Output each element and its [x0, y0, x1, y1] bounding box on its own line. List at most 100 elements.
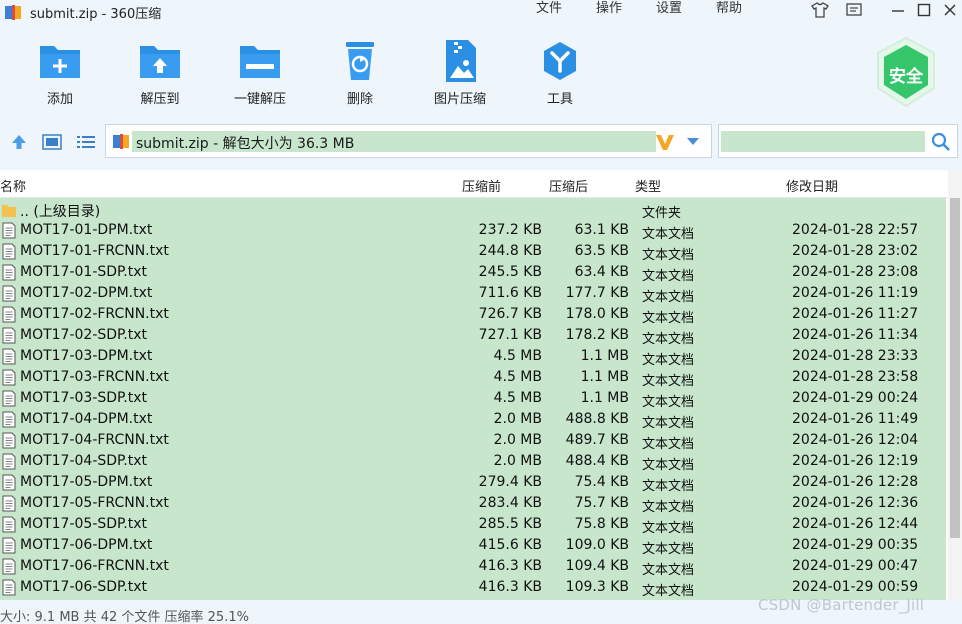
- tools-button[interactable]: 工具: [520, 38, 600, 108]
- table-row[interactable]: MOT17-01-DPM.txt 237.2 KB 63.1 KB 文本文档 2024-…: [0, 220, 946, 242]
- file-name: MOT17-01-DPM.txt: [20, 222, 153, 238]
- table-row[interactable]: MOT17-02-FRCNN.txt 726.7 KB 178.0 KB 文本文档 20…: [0, 304, 946, 326]
- up-arrow-icon[interactable]: [10, 133, 28, 151]
- vertical-scrollbar[interactable]: [948, 170, 962, 600]
- image-compress-button[interactable]: 图片压缩: [420, 38, 500, 108]
- tools-icon: [544, 42, 576, 80]
- chevron-down-icon[interactable]: [686, 137, 700, 147]
- table-row[interactable]: MOT17-05-DPM.txt 279.4 KB 75.4 KB 文本文档 2024-…: [0, 472, 946, 494]
- table-row[interactable]: MOT17-05-SDP.txt 285.5 KB 75.8 KB 文本文档 2024-…: [0, 514, 946, 536]
- file-date: 2024-01-29 00:47: [792, 558, 919, 574]
- table-row[interactable]: MOT17-02-SDP.txt 727.1 KB 178.2 KB 文本文档 2024…: [0, 325, 946, 347]
- file-name: MOT17-05-SDP.txt: [20, 516, 148, 532]
- table-row[interactable]: MOT17-06-DPM.txt 415.6 KB 109.0 KB 文本文档 2024…: [0, 535, 946, 557]
- file-size: 279.4 KB: [478, 474, 542, 490]
- file-date: 2024-01-28 23:58: [792, 369, 919, 385]
- file-type: 文本文档: [642, 563, 695, 578]
- parent-directory-row[interactable]: .. (上级目录) 文件夹: [0, 199, 946, 221]
- file-compressed-size: 178.2 KB: [565, 327, 629, 343]
- file-date: 2024-01-28 23:02: [792, 243, 919, 259]
- feedback-button[interactable]: [842, 0, 866, 20]
- menu-help[interactable]: 帮助: [716, 0, 742, 18]
- menu-action[interactable]: 操作: [596, 0, 622, 18]
- file-date: 2024-01-26 12:04: [792, 432, 919, 448]
- extract-to-button[interactable]: 解压到: [120, 38, 200, 108]
- archive-app-icon: [5, 5, 21, 20]
- search-input[interactable]: [718, 124, 958, 158]
- security-badge[interactable]: 安全: [874, 36, 938, 110]
- thumbnail-view-icon[interactable]: [42, 133, 62, 151]
- file-compressed-size: 1.1 MB: [580, 369, 629, 385]
- file-type: 文本文档: [642, 269, 695, 284]
- table-row[interactable]: MOT17-03-FRCNN.txt 4.5 MB 1.1 MB 文本文档 2024-0…: [0, 367, 946, 389]
- minimize-icon: [892, 10, 904, 12]
- file-date: 2024-01-29 00:59: [792, 579, 919, 595]
- file-size: 4.5 MB: [493, 348, 542, 364]
- scrollbar-thumb[interactable]: [950, 198, 960, 538]
- message-icon: [846, 3, 862, 16]
- file-size: 2.0 MB: [493, 432, 542, 448]
- table-row[interactable]: MOT17-04-SDP.txt 2.0 MB 488.4 KB 文本文档 2024-0…: [0, 451, 946, 473]
- file-compressed-size: 75.7 KB: [574, 495, 629, 511]
- column-date[interactable]: 修改日期: [786, 176, 838, 195]
- menu-file[interactable]: 文件: [536, 0, 562, 18]
- table-row[interactable]: MOT17-03-SDP.txt 4.5 MB 1.1 MB 文本文档 2024-01-…: [0, 388, 946, 410]
- file-compressed-size: 488.8 KB: [565, 411, 629, 427]
- add-folder-icon: [40, 46, 80, 78]
- file-compressed-size: 489.7 KB: [565, 432, 629, 448]
- table-row[interactable]: MOT17-04-FRCNN.txt 2.0 MB 489.7 KB 文本文档 2024…: [0, 430, 946, 452]
- file-name: MOT17-04-SDP.txt: [20, 453, 148, 469]
- column-name[interactable]: 名称: [0, 176, 26, 195]
- text-file-icon: [2, 264, 16, 281]
- table-row[interactable]: MOT17-03-DPM.txt 4.5 MB 1.1 MB 文本文档 2024-01-…: [0, 346, 946, 368]
- file-type: 文本文档: [642, 458, 695, 473]
- file-size: 4.5 MB: [493, 390, 542, 406]
- address-path: submit.zip - 解包大小为 36.3 MB: [136, 136, 355, 152]
- file-date: 2024-01-28 22:57: [792, 222, 919, 238]
- file-size: 245.5 KB: [478, 264, 542, 280]
- skin-button[interactable]: [808, 0, 832, 20]
- address-row: submit.zip - 解包大小为 36.3 MB: [0, 120, 962, 162]
- close-button[interactable]: [938, 0, 962, 20]
- text-file-icon: [2, 495, 16, 512]
- text-file-icon: [2, 453, 16, 470]
- file-type: 文本文档: [642, 521, 695, 536]
- file-name: MOT17-03-DPM.txt: [20, 348, 153, 364]
- extract-to-icon: [140, 46, 180, 78]
- file-name: MOT17-05-DPM.txt: [20, 474, 153, 490]
- recycle-bin-icon: [346, 42, 374, 80]
- file-size: 727.1 KB: [478, 327, 542, 343]
- table-row[interactable]: MOT17-01-SDP.txt 245.5 KB 63.4 KB 文本文档 2024-…: [0, 262, 946, 284]
- file-compressed-size: 178.0 KB: [565, 306, 629, 322]
- text-file-icon: [2, 390, 16, 407]
- table-row[interactable]: MOT17-04-DPM.txt 2.0 MB 488.8 KB 文本文档 2024-0…: [0, 409, 946, 431]
- table-row[interactable]: MOT17-05-FRCNN.txt 283.4 KB 75.7 KB 文本文档 202…: [0, 493, 946, 515]
- file-name: MOT17-02-DPM.txt: [20, 285, 153, 301]
- list-view-icon[interactable]: [76, 133, 96, 151]
- file-compressed-size: 75.8 KB: [574, 516, 629, 532]
- search-icon[interactable]: [931, 132, 951, 152]
- file-size: 2.0 MB: [493, 453, 542, 469]
- table-row[interactable]: MOT17-01-FRCNN.txt 244.8 KB 63.5 KB 文本文档 202…: [0, 241, 946, 263]
- maximize-icon: [917, 3, 931, 17]
- file-date: 2024-01-28 23:08: [792, 264, 919, 280]
- address-bar[interactable]: submit.zip - 解包大小为 36.3 MB: [105, 124, 712, 158]
- table-row[interactable]: MOT17-02-DPM.txt 711.6 KB 177.7 KB 文本文档 2024…: [0, 283, 946, 305]
- one-click-extract-button[interactable]: 一键解压: [220, 38, 300, 108]
- table-row[interactable]: MOT17-06-FRCNN.txt 416.3 KB 109.4 KB 文本文档 20…: [0, 556, 946, 578]
- v-badge-icon[interactable]: [654, 132, 676, 152]
- menu-settings[interactable]: 设置: [656, 0, 682, 18]
- text-file-icon: [2, 243, 16, 260]
- minimize-button[interactable]: [886, 0, 910, 20]
- file-date: 2024-01-26 11:49: [792, 411, 919, 427]
- column-type[interactable]: 类型: [635, 176, 661, 195]
- column-size[interactable]: 压缩前: [462, 176, 501, 195]
- add-button[interactable]: 添加: [20, 38, 100, 108]
- maximize-button[interactable]: [912, 0, 936, 20]
- table-row[interactable]: MOT17-06-SDP.txt 416.3 KB 109.3 KB 文本文档 2024…: [0, 577, 946, 599]
- file-type: 文本文档: [642, 248, 695, 263]
- file-name: MOT17-01-FRCNN.txt: [20, 243, 169, 259]
- column-compressed[interactable]: 压缩后: [549, 176, 588, 195]
- delete-button[interactable]: 删除: [320, 38, 400, 108]
- text-file-icon: [2, 222, 16, 239]
